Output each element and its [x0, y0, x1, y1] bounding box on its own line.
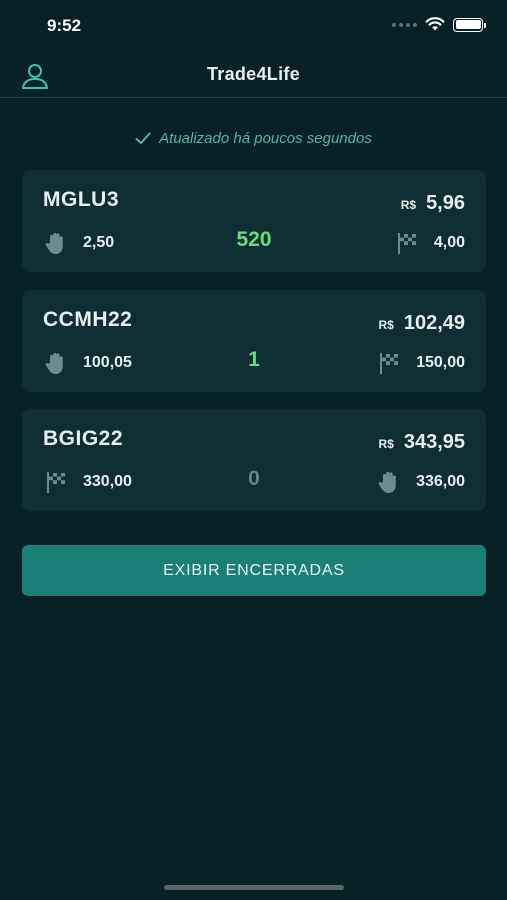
currency-label: R$	[378, 318, 394, 332]
position-card[interactable]: BGIG22 R$ 343,95 330,00 0 336,00	[22, 409, 486, 511]
battery-icon	[453, 17, 486, 32]
flag-icon	[380, 353, 399, 374]
price: R$ 102,49	[378, 312, 465, 335]
price-value: 343,95	[403, 431, 465, 453]
price: R$ 5,96	[401, 192, 465, 215]
home-indicator[interactable]	[164, 885, 344, 890]
price-value: 102,49	[403, 312, 465, 334]
status-icons	[392, 17, 486, 32]
target-value: 4,00	[433, 234, 465, 251]
target-group: 4,00	[394, 230, 465, 256]
app-title: Trade4Life	[206, 64, 301, 84]
price: R$ 343,95	[378, 431, 465, 454]
check-icon	[135, 132, 151, 144]
cellular-signal-icon	[392, 22, 417, 27]
status-time: 9:52	[47, 16, 82, 35]
hand-icon	[378, 471, 396, 493]
update-status-text: Atualizado há poucos segundos	[159, 130, 372, 147]
position-card[interactable]: CCMH22 R$ 102,49 100,05 1 150,00	[22, 290, 486, 392]
currency-label: R$	[400, 198, 417, 212]
currency-label: R$	[378, 437, 394, 451]
wifi-icon	[425, 17, 445, 31]
entry-value: 336,00	[416, 473, 465, 490]
nav-bar: Trade4Life	[0, 54, 507, 98]
ticker: MGLU3	[43, 188, 119, 211]
ticker: BGIG22	[43, 427, 124, 450]
show-closed-button[interactable]: EXIBIR ENCERRADAS	[22, 545, 486, 596]
update-status: Atualizado há poucos segundos	[0, 130, 507, 147]
target-group: 150,00	[376, 350, 465, 376]
price-value: 5,96	[426, 192, 465, 214]
position-card[interactable]: MGLU3 R$ 5,96 2,50 520 4,00	[22, 170, 486, 272]
ticker: CCMH22	[43, 308, 133, 331]
entry-group: 336,00	[376, 469, 465, 495]
flag-icon	[397, 233, 416, 254]
status-bar: 9:52	[0, 0, 507, 54]
target-value: 150,00	[416, 354, 465, 371]
